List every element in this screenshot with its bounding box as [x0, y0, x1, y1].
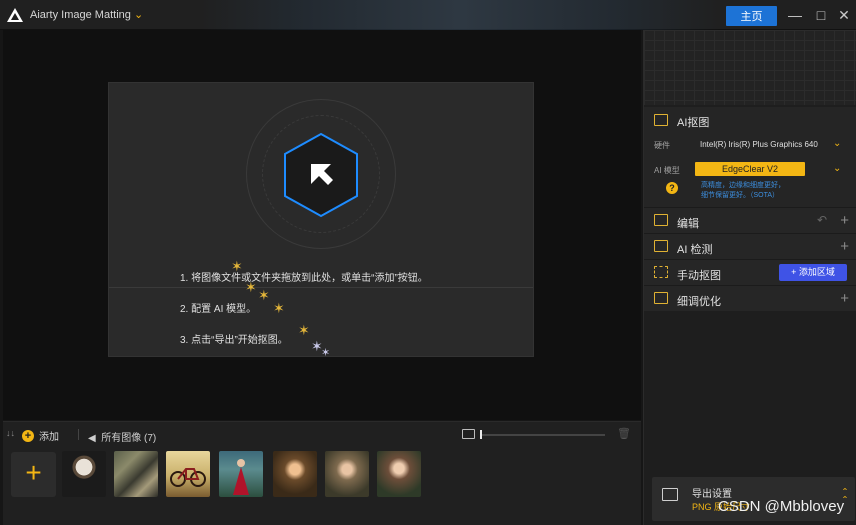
- sparkle-icon: ✶: [298, 322, 310, 338]
- app-logo-icon: [7, 8, 23, 22]
- workspace[interactable]: 1. 将图像文件或文件夹拖放到此处，或单击“添加”按钮。 2. 配置 AI 模型…: [3, 30, 641, 420]
- thumbnail-size-icon: [462, 429, 475, 439]
- separator: [78, 429, 79, 440]
- chevron-down-icon[interactable]: ⌄: [134, 8, 143, 21]
- app-title: Aiarty Image Matting: [30, 9, 131, 21]
- edit-row[interactable]: 编辑 ↶ +: [644, 207, 856, 233]
- sparkle-icon: ✶: [245, 279, 257, 295]
- close-icon[interactable]: ✕: [834, 6, 854, 24]
- title-banner: [200, 0, 720, 30]
- bicycle-icon: [170, 468, 206, 487]
- sparkle-icon: ✶: [321, 347, 331, 359]
- monitor-gear-icon: [662, 488, 678, 501]
- refine-title: 细调优化: [677, 296, 721, 308]
- thumbnail-size-slider[interactable]: [480, 434, 605, 436]
- ai-detect-icon: [654, 240, 668, 252]
- all-images-filter[interactable]: ◀ 所有图像 (7): [88, 429, 156, 444]
- collapse-icon[interactable]: ↓↓: [6, 428, 15, 438]
- upload-hex-icon[interactable]: [281, 132, 361, 218]
- chevron-down-icon[interactable]: ⌄: [833, 138, 841, 149]
- thumbnail-woman-flowers[interactable]: [273, 451, 317, 497]
- trash-icon[interactable]: 🗑: [617, 427, 631, 440]
- step-1-text: 1. 将图像文件或文件夹拖放到此处，或单击“添加”按钮。: [180, 273, 428, 284]
- plus-icon[interactable]: +: [840, 290, 849, 307]
- title-bar: Aiarty Image Matting ⌄ 主页 — □ ✕: [0, 0, 856, 30]
- edit-icon: [654, 214, 668, 226]
- back-arrow-icon: ◀: [88, 433, 96, 444]
- all-images-label: 所有图像 (7): [101, 433, 157, 444]
- refine-row[interactable]: 细调优化 +: [644, 285, 856, 311]
- thumbnail-bicycle[interactable]: [166, 451, 210, 497]
- model-note-line2: 细节保留更好。（SOTA）: [701, 192, 780, 199]
- slider-handle[interactable]: [480, 430, 482, 439]
- sparkle-icon: ✶: [231, 258, 243, 274]
- home-button[interactable]: 主页: [726, 6, 777, 26]
- manual-matting-title: 手动抠图: [677, 270, 721, 282]
- thumbnail-woman-red-dress[interactable]: [219, 451, 263, 497]
- add-label: 添加: [39, 432, 59, 443]
- ai-matting-title: AI抠图: [677, 117, 710, 129]
- refine-icon: [654, 292, 668, 304]
- thumbnail-bird[interactable]: [114, 451, 158, 497]
- step-2-text: 2. 配置 AI 模型。: [180, 304, 257, 315]
- thumbnail-woman-garden[interactable]: [377, 451, 421, 497]
- figure-icon: [233, 459, 249, 495]
- step-3-text: 3. 点击“导出”开始抠图。: [180, 335, 288, 346]
- chevron-down-icon[interactable]: ⌄: [833, 163, 841, 174]
- model-label: AI 模型: [654, 166, 680, 175]
- add-image-tile[interactable]: +: [11, 452, 56, 497]
- divider: [109, 287, 533, 288]
- minimize-icon[interactable]: —: [785, 6, 805, 24]
- maximize-icon[interactable]: □: [811, 6, 831, 24]
- add-button[interactable]: + 添加: [22, 428, 59, 443]
- plus-icon[interactable]: +: [840, 212, 849, 229]
- undo-icon[interactable]: ↶: [817, 213, 827, 227]
- plus-circle-icon: +: [22, 429, 34, 442]
- tray-toolbar: ↓↓ + 添加 ◀ 所有图像 (7) 🗑: [3, 422, 641, 446]
- ai-detect-row[interactable]: AI 检测 +: [644, 233, 856, 259]
- sparkle-icon: ✶: [273, 300, 285, 316]
- help-icon[interactable]: ?: [666, 182, 678, 194]
- plus-icon[interactable]: +: [840, 238, 849, 255]
- thumbnail-jellyfish[interactable]: [62, 451, 106, 497]
- hardware-select[interactable]: Intel(R) Iris(R) Plus Graphics 640: [700, 140, 818, 149]
- image-tray: ↓↓ + 添加 ◀ 所有图像 (7) 🗑 +: [3, 421, 641, 525]
- ai-detect-title: AI 检测: [677, 244, 713, 256]
- hardware-label: 硬件: [654, 141, 670, 150]
- manual-matting-row[interactable]: 手动抠图 + 添加区域: [644, 259, 856, 285]
- sparkle-icon: ✶: [258, 287, 270, 303]
- watermark: CSDN @Mbblovey: [718, 498, 845, 515]
- drop-zone[interactable]: 1. 将图像文件或文件夹拖放到此处，或单击“添加”按钮。 2. 配置 AI 模型…: [108, 82, 534, 359]
- edit-title: 编辑: [677, 218, 699, 230]
- preview-grid: [644, 30, 856, 105]
- thumbnail-woman-forest[interactable]: [325, 451, 369, 497]
- add-region-button[interactable]: + 添加区域: [779, 264, 847, 281]
- image-matting-icon: [654, 114, 668, 126]
- selection-icon: [654, 266, 668, 278]
- model-note-line1: 高精度，边缘和细度更好，: [701, 182, 785, 189]
- ai-model-select[interactable]: EdgeClear V2: [695, 162, 805, 176]
- right-panel: AI抠图 硬件 Intel(R) Iris(R) Plus Graphics 6…: [643, 30, 856, 525]
